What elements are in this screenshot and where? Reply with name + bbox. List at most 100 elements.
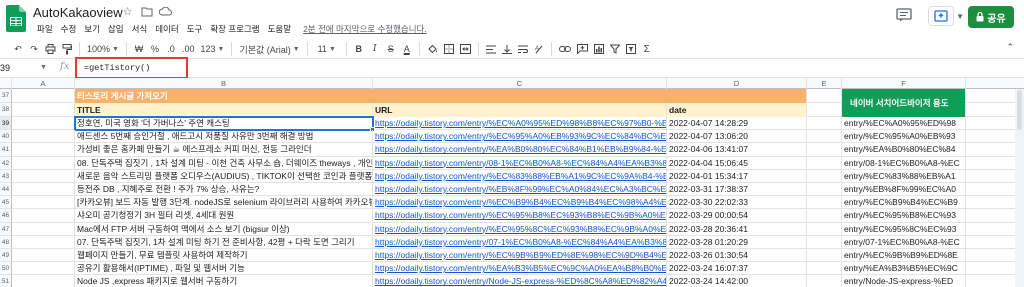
move-folder-icon[interactable]	[140, 5, 153, 18]
menu-tools[interactable]: 도구	[183, 23, 207, 35]
redo-icon[interactable]: ↷	[26, 41, 42, 57]
url-link[interactable]: https://odaily.tistory.com/entry/Node-JS…	[373, 275, 667, 287]
date-cell[interactable]: 2022-03-24 16:07:37	[667, 262, 807, 276]
scrollbar-thumb[interactable]	[1017, 90, 1022, 130]
cell-e[interactable]	[807, 130, 842, 144]
title-cell[interactable]: 새로운 음악 스트리밍 플랫폼 오디우스(AUDIUS) , TIKTOK이 선…	[75, 169, 373, 183]
url-link[interactable]: https://odaily.tistory.com/entry/08-1%EC…	[373, 156, 667, 170]
date-cell[interactable]: 2022-03-31 17:38:37	[667, 183, 807, 197]
decrease-decimal-button[interactable]: .0	[163, 41, 179, 57]
row-header[interactable]: 39	[0, 117, 12, 131]
font-family-select[interactable]: 기본값 (Arial) ▼	[236, 41, 302, 57]
column-header-e[interactable]: E	[807, 78, 842, 89]
row-header[interactable]: 40	[0, 130, 12, 144]
date-cell[interactable]: 2022-03-30 22:02:33	[667, 196, 807, 210]
bold-button[interactable]: B	[351, 41, 367, 57]
menu-view[interactable]: 보기	[80, 23, 104, 35]
font-size-select[interactable]: 11 ▼	[312, 41, 342, 57]
url-link[interactable]: https://odaily.tistory.com/entry/%EA%B3%…	[373, 262, 667, 276]
column-header-a[interactable]: A	[12, 78, 75, 89]
naver-url-cell[interactable]: entry/%EC%95%A0%EB%93	[842, 130, 966, 144]
document-title[interactable]: AutoKakaoview	[33, 5, 123, 20]
cell-a[interactable]	[12, 156, 75, 170]
percent-format-button[interactable]: %	[147, 41, 163, 57]
date-cell[interactable]: 2022-04-07 13:06:20	[667, 130, 807, 144]
share-button[interactable]: 공유	[968, 6, 1014, 28]
naver-url-cell[interactable]: entry/%EC%9B%B9%ED%8E	[842, 249, 966, 263]
url-column-header[interactable]: URL	[373, 103, 667, 117]
cell-e[interactable]	[807, 103, 842, 117]
column-header-b[interactable]: B	[75, 78, 373, 89]
cell-a[interactable]	[12, 89, 75, 103]
sheets-logo-icon[interactable]	[6, 5, 26, 32]
cell-e[interactable]	[807, 183, 842, 197]
cell-e[interactable]	[807, 143, 842, 157]
url-link[interactable]: https://odaily.tistory.com/entry/%EC%95%…	[373, 130, 667, 144]
url-link[interactable]: https://odaily.tistory.com/entry/%EC%95%…	[373, 222, 667, 236]
row-header[interactable]: 47	[0, 222, 12, 236]
naver-url-cell[interactable]: entry/07-1%EC%B0%A8-%EC	[842, 235, 966, 249]
cloud-saved-icon[interactable]	[159, 5, 172, 18]
cell-a[interactable]	[12, 222, 75, 236]
url-link[interactable]: https://odaily.tistory.com/entry/%EC%95%…	[373, 209, 667, 223]
cell-a[interactable]	[12, 275, 75, 287]
menu-edit[interactable]: 수정	[57, 23, 81, 35]
last-edit-link[interactable]: 2분 전에 마지막으로 수정했습니다.	[299, 23, 431, 35]
menu-insert[interactable]: 삽입	[104, 23, 128, 35]
title-cell[interactable]: 애드센스 5번째 승인거절 , 애드고시 저품질 사유만 3번째 해결 방법	[75, 130, 373, 144]
filter-icon[interactable]	[607, 41, 623, 57]
cell-a[interactable]	[12, 169, 75, 183]
text-wrap-icon[interactable]	[515, 41, 531, 57]
row-header[interactable]: 48	[0, 235, 12, 249]
text-color-button[interactable]: A	[399, 41, 415, 57]
chevron-down-icon[interactable]: ▼	[40, 64, 47, 71]
cell-e[interactable]	[807, 262, 842, 276]
url-link[interactable]: https://odaily.tistory.com/entry/%EB%8F%…	[373, 183, 667, 197]
date-cell[interactable]: 2022-03-28 01:20:29	[667, 235, 807, 249]
cell-e[interactable]	[807, 222, 842, 236]
url-link[interactable]: https://odaily.tistory.com/entry/%EC%A0%…	[373, 117, 667, 131]
naver-url-cell[interactable]: entry/%EC%83%88%EB%A1	[842, 169, 966, 183]
title-column-header[interactable]: TITLE	[75, 103, 373, 117]
row-header[interactable]: 45	[0, 196, 12, 210]
print-icon[interactable]	[42, 41, 59, 57]
menu-help[interactable]: 도움말	[264, 23, 295, 35]
select-all-corner[interactable]	[0, 78, 12, 89]
title-cell[interactable]: Node JS ,express 패키지로 웹서버 구동하기	[75, 275, 373, 287]
naver-url-cell[interactable]: entry/%EA%B0%80%EC%84	[842, 143, 966, 157]
column-header-d[interactable]: D	[667, 78, 807, 89]
present-button[interactable]	[928, 6, 954, 26]
insert-link-icon[interactable]	[556, 41, 574, 57]
cell-e[interactable]	[807, 169, 842, 183]
date-cell[interactable]: 2022-03-24 14:42:00	[667, 275, 807, 287]
date-cell[interactable]: 2022-04-04 15:06:45	[667, 156, 807, 170]
cell-e[interactable]	[807, 156, 842, 170]
cell-a[interactable]	[12, 117, 75, 131]
row-header[interactable]: 41	[0, 143, 12, 157]
column-header-f[interactable]: F	[842, 78, 966, 89]
naver-url-cell[interactable]: entry/08-1%EC%B0%A8-%EC	[842, 156, 966, 170]
date-cell[interactable]: 2022-04-01 15:34:17	[667, 169, 807, 183]
cell-a[interactable]	[12, 249, 75, 263]
cell-a[interactable]	[12, 103, 75, 117]
text-rotation-icon[interactable]: A	[531, 41, 547, 57]
filter-views-icon[interactable]	[623, 41, 639, 57]
naver-url-cell[interactable]: entry/%EC%95%8C%EC%93	[842, 222, 966, 236]
row-header[interactable]: 50	[0, 262, 12, 276]
row-header[interactable]: 46	[0, 209, 12, 223]
date-cell[interactable]: 2022-03-26 01:30:54	[667, 249, 807, 263]
date-column-header[interactable]: date	[667, 103, 807, 117]
date-cell[interactable]: 2022-03-28 20:36:41	[667, 222, 807, 236]
row-header[interactable]: 49	[0, 249, 12, 263]
date-cell[interactable]: 2022-04-06 13:41:07	[667, 143, 807, 157]
italic-button[interactable]: I	[367, 41, 383, 57]
cell-e[interactable]	[807, 249, 842, 263]
cell-e[interactable]	[807, 117, 842, 131]
increase-decimal-button[interactable]: .00	[179, 41, 198, 57]
naver-url-cell[interactable]: entry/%EC%A0%95%ED%98	[842, 117, 966, 131]
title-cell[interactable]: 가성비 좋은 홈카페 만들기 ☕ 에스프레소 커피 머신, 전동 그라인더	[75, 143, 373, 157]
section-title-cell[interactable]: 티스토리 게시글 가져오기	[75, 89, 807, 103]
cell-a[interactable]	[12, 183, 75, 197]
row-header[interactable]: 44	[0, 183, 12, 197]
url-link[interactable]: https://odaily.tistory.com/entry/%EC%83%…	[373, 169, 667, 183]
